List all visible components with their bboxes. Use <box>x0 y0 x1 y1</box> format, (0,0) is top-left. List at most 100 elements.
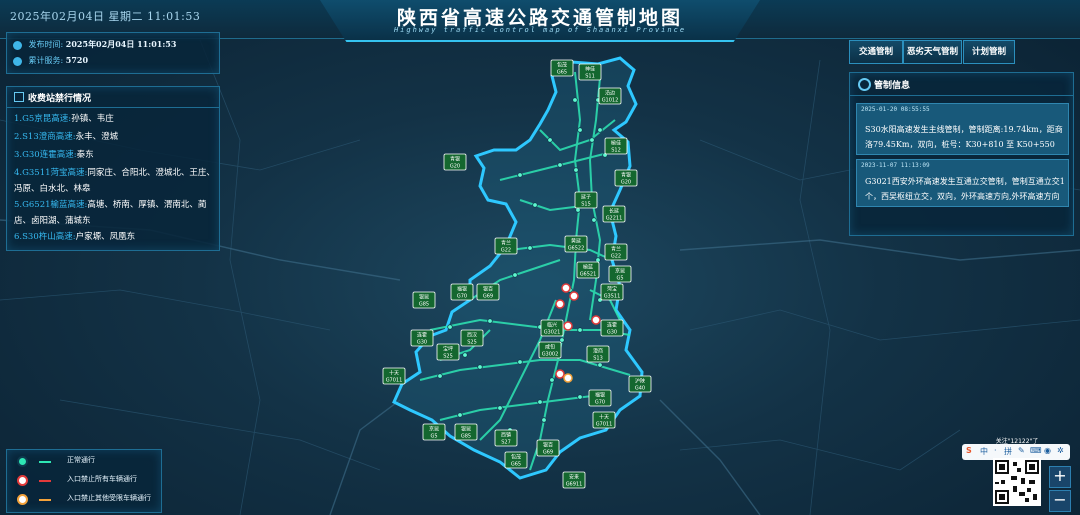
ime-settings-icon[interactable]: ✲ <box>1057 446 1064 455</box>
toll-item[interactable]: 2.S13澄商高速:永丰、澄城 <box>14 129 219 145</box>
map-legend: 正常通行 入口禁止所有车辆通行 入口禁止其他受限车辆通行 <box>6 449 162 513</box>
route-sign-code: G3511 <box>604 294 621 300</box>
publish-info-panel: 发布时间: 2025年02月04日 11:01:53 累计服务: 5720 <box>6 32 220 74</box>
route-sign[interactable]: 菏宝G3511 <box>600 283 624 301</box>
route-sign-code: G22 <box>501 248 511 254</box>
notice-text: S30水阳高速发生主线管制，管制距离:19.74km，距商洛79.45Km，双向… <box>865 125 1063 149</box>
route-sign[interactable]: 青银G20 <box>443 153 467 171</box>
no-entry-icon <box>858 78 871 91</box>
ime-skin-icon[interactable]: ◉ <box>1044 446 1051 455</box>
route-sign-code: S25 <box>467 340 477 346</box>
route-sign[interactable]: 福银G70 <box>588 389 612 407</box>
route-sign[interactable]: 咸旬G3002 <box>538 341 562 359</box>
route-sign-name: 沿边 <box>605 90 615 97</box>
route-sign[interactable]: 包茂G65 <box>550 59 574 77</box>
route-sign[interactable]: 十天G7011 <box>382 367 406 385</box>
toll-item-stations: 永丰、澄城 <box>75 132 119 142</box>
control-notice[interactable]: 2023-11-07 11:13:09 G3021西安外环高速发生互通立交管制，… <box>856 159 1069 207</box>
route-sign-name: 延子 <box>581 194 591 201</box>
publish-time-label: 发布时间: <box>28 40 64 49</box>
toll-item[interactable]: 1.G5京昆高速:孙镇、韦庄 <box>14 111 219 127</box>
toll-station-panel: 收费站禁行情况 1.G5京昆高速:孙镇、韦庄 2.S13澄商高速:永丰、澄城 3… <box>6 86 220 251</box>
ime-lang-toggle[interactable]: 中 <box>980 446 988 457</box>
route-sign-code: G70 <box>457 294 467 300</box>
toll-item-road: 3.G30连霍高速: <box>14 150 77 160</box>
route-sign-name: 包茂 <box>557 62 567 69</box>
route-sign-name: 澄商 <box>593 348 603 355</box>
bad-weather-control-button[interactable]: 恶劣天气管制 <box>903 40 962 64</box>
control-notice[interactable]: 2025-01-20 08:55:55 S30水阳高速发生主线管制，管制距离:1… <box>856 103 1069 155</box>
route-sign[interactable]: 宝坪S25 <box>436 343 460 361</box>
route-sign-code: G7011 <box>386 378 403 384</box>
route-sign[interactable]: 澄商S13 <box>586 345 610 363</box>
zoom-in-button[interactable]: + <box>1049 466 1071 488</box>
qr-code-image[interactable] <box>993 458 1041 506</box>
service-count-row: 累计服务: 5720 <box>13 55 88 66</box>
no-entry-icon <box>17 475 28 486</box>
route-sign[interactable]: 临兴G3021 <box>540 319 564 337</box>
route-sign[interactable]: 沪陕G40 <box>628 375 652 393</box>
route-sign[interactable]: 银昆G85 <box>412 291 436 309</box>
qr-caption: 关注"12122"了 <box>995 438 1039 445</box>
route-sign[interactable]: 连霍G30 <box>410 329 434 347</box>
route-sign[interactable]: 安来G6911 <box>562 471 586 489</box>
notice-time: 2023-11-07 11:13:09 <box>861 162 930 169</box>
route-sign[interactable]: 神佳S11 <box>578 63 602 81</box>
toll-panel-title: 收费站禁行情况 <box>28 94 92 104</box>
route-sign-code: G85 <box>461 434 471 440</box>
route-sign[interactable]: 长延G2211 <box>602 205 626 223</box>
traffic-control-button[interactable]: 交通管制 <box>849 40 903 64</box>
no-entry-icon <box>17 494 28 505</box>
route-sign-name: 银昆 <box>461 426 471 433</box>
service-count-value: 5720 <box>65 55 89 65</box>
toll-item[interactable]: 3.G30连霍高速:秦东 <box>14 147 219 163</box>
route-sign[interactable]: 银百G69 <box>536 439 560 457</box>
route-sign-code: G30 <box>417 340 427 346</box>
clock-icon <box>13 40 22 50</box>
toll-item-road: 5.G6521榆蓝高速: <box>14 200 88 210</box>
route-sign[interactable]: 包茂G65 <box>504 451 528 469</box>
route-sign-name: 连霍 <box>607 322 617 329</box>
route-sign-code: G30 <box>607 330 617 336</box>
planned-control-button[interactable]: 计划管制 <box>963 40 1015 64</box>
toll-item[interactable]: 4.G3511菏宝高速:同家庄、合阳北、澄城北、王庄、冯原、白水北、林皋 <box>14 165 219 197</box>
zoom-out-button[interactable]: − <box>1049 490 1071 512</box>
route-sign[interactable]: 青银G20 <box>614 169 638 187</box>
route-sign[interactable]: 京昆G5 <box>608 265 632 283</box>
route-sign-name: 京昆 <box>429 426 439 433</box>
route-sign[interactable]: 西镇S27 <box>494 429 518 447</box>
route-sign[interactable]: 青兰G22 <box>494 237 518 255</box>
route-sign-name: 西汉 <box>467 332 477 339</box>
route-sign[interactable]: 青兰G22 <box>604 243 628 261</box>
route-sign-code: G20 <box>621 180 631 186</box>
route-sign[interactable]: 榆佳S12 <box>604 137 628 155</box>
route-sign-code: G6911 <box>566 482 583 488</box>
route-sign[interactable]: 银昆G85 <box>454 423 478 441</box>
notice-time: 2025-01-20 08:55:55 <box>861 106 930 113</box>
toll-item[interactable]: 5.G6521榆蓝高速:高塘、桥南、厚镇、渭南北、蔺店、卤阳湖、蒲城东 <box>14 197 219 229</box>
route-sign-name: 青银 <box>621 172 631 179</box>
route-sign-code: G69 <box>483 294 493 300</box>
route-sign-code: G3002 <box>542 352 559 358</box>
route-sign[interactable]: 延子S15 <box>574 191 598 209</box>
route-sign[interactable]: 银百G69 <box>476 283 500 301</box>
control-panel-title: 管制信息 <box>874 81 911 91</box>
page-subtitle: Highway traffic control map of Shaanxi P… <box>393 26 687 34</box>
route-sign[interactable]: 福银G70 <box>450 283 474 301</box>
route-sign-code: G1012 <box>602 98 619 104</box>
route-sign[interactable]: 西汉S25 <box>460 329 484 347</box>
route-sign-code: G22 <box>611 254 621 260</box>
route-sign[interactable]: 十天G7011 <box>592 411 616 429</box>
ime-logo-icon[interactable]: S <box>966 446 972 455</box>
route-sign[interactable]: 黄延G6522 <box>564 235 588 253</box>
route-sign[interactable]: 京昆G5 <box>422 423 446 441</box>
route-sign-name: 宝坪 <box>443 346 453 353</box>
toll-item[interactable]: 6.S30杵山高速:户家塬、凤凰东 <box>14 229 219 245</box>
route-sign[interactable]: 连霍G30 <box>600 319 624 337</box>
route-sign-code: G3021 <box>544 330 561 336</box>
route-sign-name: 包茂 <box>511 454 521 461</box>
route-sign-name: 黄延 <box>571 238 581 245</box>
route-sign[interactable]: 榆蓝G6521 <box>576 261 600 279</box>
route-sign-code: G6521 <box>580 272 597 278</box>
route-sign[interactable]: 沿边G1012 <box>598 87 622 105</box>
